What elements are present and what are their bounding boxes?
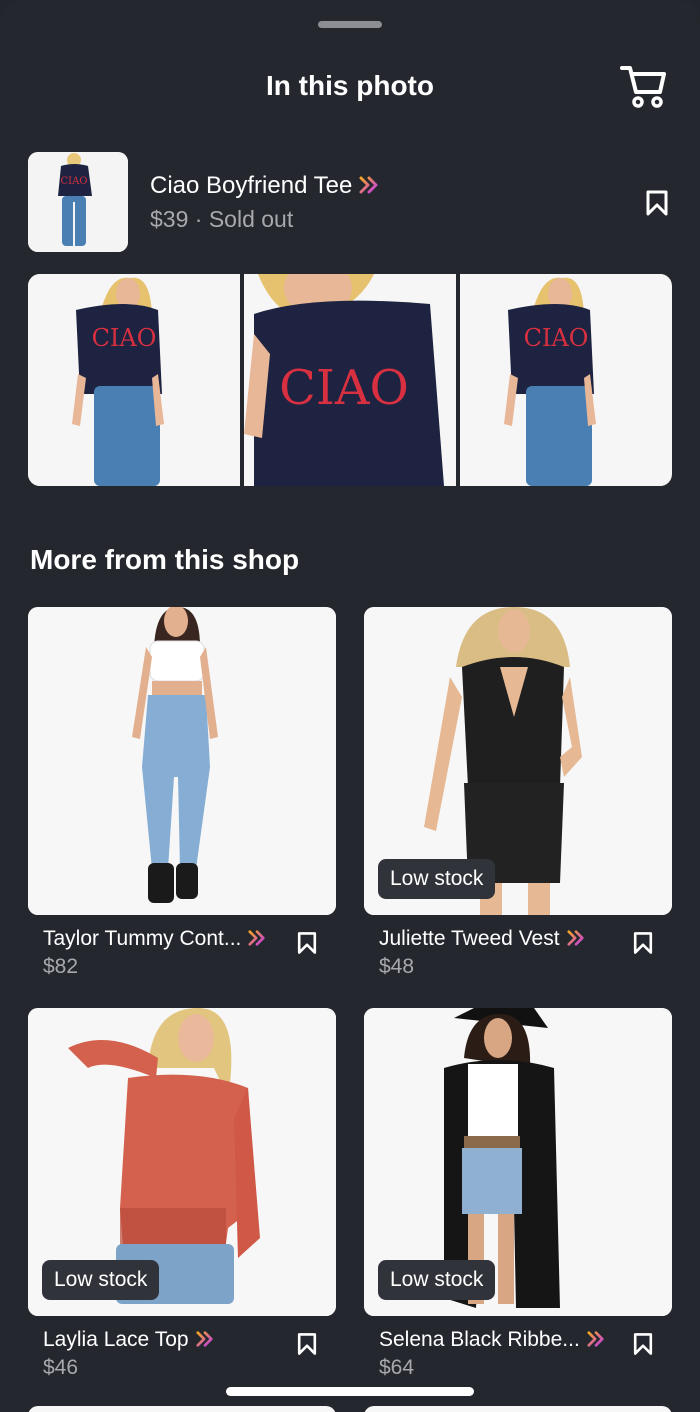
product-card-image[interactable]: Low stock [28,1008,336,1316]
product-card-image[interactable]: Low stock [364,1008,672,1316]
bookmark-icon [646,190,668,216]
product-card-name[interactable]: Taylor Tummy Cont... [43,927,267,953]
product-gallery[interactable]: CIAO CIAO CIAO [28,274,672,486]
chevron-right-double-icon [566,929,586,953]
save-item-button[interactable] [630,929,656,957]
product-card-price: $46 [43,1356,79,1379]
featured-product[interactable]: CIAO Ciao Boyfriend Tee $39 · Sold out [28,152,672,254]
bookmark-icon [633,932,653,954]
product-card-name-label: Laylia Lace Top [43,1328,189,1351]
stock-badge: Low stock [378,1260,496,1300]
save-item-button[interactable] [630,1330,656,1358]
svg-text:CIAO: CIAO [279,360,409,416]
product-card-price: $64 [379,1356,415,1379]
chevron-right-double-icon [586,1330,606,1354]
gallery-image[interactable]: CIAO [244,274,456,486]
product-card-image[interactable] [28,607,336,915]
stock-badge: Low stock [42,1260,160,1300]
save-item-button[interactable] [294,929,320,957]
product-price: $39 [150,206,189,232]
save-product-button[interactable] [642,188,672,218]
gallery-image[interactable]: CIAO [460,274,672,486]
product-card-peek [364,1406,672,1412]
product-name[interactable]: Ciao Boyfriend Tee [150,172,380,202]
product-card-name[interactable]: Selena Black Ribbe... [379,1328,606,1354]
sheet-grabber[interactable] [318,21,382,28]
cart-button[interactable] [616,62,668,110]
product-card-price: $82 [43,955,79,978]
product-card-name-label: Taylor Tummy Cont... [43,927,242,950]
product-name-label: Ciao Boyfriend Tee [150,172,353,199]
product-status: Sold out [208,206,294,232]
product-card-name-label: Juliette Tweed Vest [379,927,560,950]
product-card-name[interactable]: Juliette Tweed Vest [379,927,586,953]
product-card-image[interactable]: Low stock [364,607,672,915]
svg-text:CIAO: CIAO [60,176,87,187]
chevron-right-double-icon [195,1330,215,1354]
gallery-image[interactable]: CIAO [28,274,240,486]
sheet-title: In this photo [266,70,434,101]
home-indicator[interactable] [226,1387,474,1396]
product-card-name-label: Selena Black Ribbe... [379,1328,580,1351]
svg-text:CIAO: CIAO [524,324,589,352]
cart-icon [620,66,666,108]
product-thumbnail[interactable]: CIAO [28,152,128,252]
chevron-right-double-icon [247,929,267,953]
svg-text:CIAO: CIAO [92,324,157,352]
product-meta: $39 · Sold out [150,206,293,233]
bookmark-icon [297,932,317,954]
bookmark-icon [297,1333,317,1355]
product-card-name[interactable]: Laylia Lace Top [43,1328,215,1354]
meta-separator: · [188,206,209,232]
save-item-button[interactable] [294,1330,320,1358]
chevron-right-double-icon [358,174,380,202]
section-title: More from this shop [30,544,300,575]
product-card-peek [28,1406,336,1412]
product-card-price: $48 [379,955,415,978]
bookmark-icon [633,1333,653,1355]
bottom-sheet: In this photo CIAO Ciao Boyfriend Tee $3… [0,0,700,1412]
stock-badge: Low stock [378,859,496,899]
